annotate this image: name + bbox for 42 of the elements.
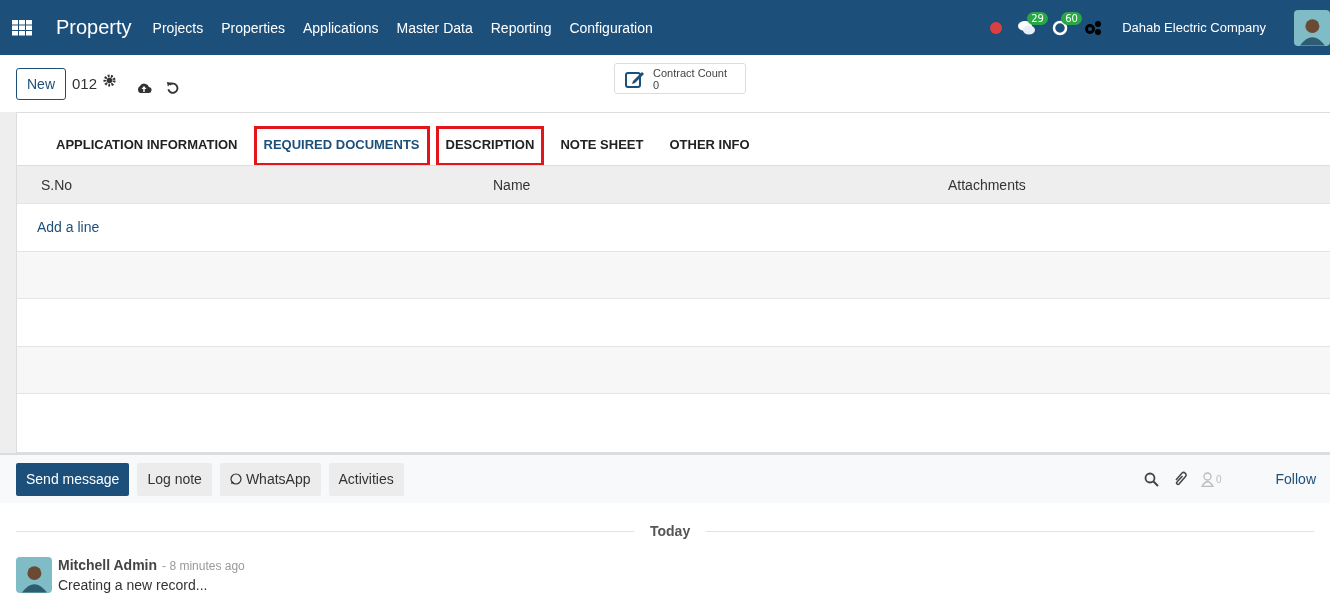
edit-icon [625,69,645,88]
menu-item[interactable]: Reporting [481,19,561,36]
whatsapp-icon [229,473,242,485]
message-body: Creating a new record... [58,577,209,593]
follow-link[interactable]: Follow [1275,471,1316,487]
gear-icon[interactable] [103,74,117,87]
chatter-button[interactable]: Activities [328,462,404,496]
tab[interactable]: REQUIRED DOCUMENTS [254,127,429,165]
column-header: Attachments [947,176,1027,193]
contract-count-button[interactable]: Contract Count 0 [614,63,746,94]
menu-item[interactable]: Projects [143,19,213,36]
chatter-button[interactable]: WhatsApp [219,462,321,496]
message-author: Mitchell Admin [58,557,158,573]
chatter-button[interactable]: Log note [137,462,212,496]
add-line-link[interactable]: Add a line [37,219,100,236]
column-header: S.No [40,176,74,193]
paperclip-icon[interactable] [1172,470,1187,488]
new-button[interactable]: New [16,67,66,100]
avatar-silhouette [16,557,52,593]
tab[interactable]: NOTE SHEET [551,127,653,165]
company-name[interactable]: Dahab Electric Company [1122,20,1266,35]
activity-count: 60 [1061,11,1082,25]
tab[interactable]: APPLICATION INFORMATION [47,127,247,165]
apps-grid-icon[interactable] [12,19,32,36]
message-count: 29 [1027,11,1048,25]
app-title: Property [56,16,132,39]
menu-item[interactable]: Properties [212,19,294,36]
cloud-upload-icon[interactable] [136,81,153,94]
status-dot-icon [990,21,1003,34]
menu-item[interactable]: Configuration [560,19,662,36]
undo-icon[interactable] [166,81,180,94]
menu-item[interactable]: Applications [294,19,388,36]
column-header: Name [492,176,532,193]
message-time: - 8 minutes ago [162,559,245,573]
tab[interactable]: OTHER INFO [660,127,759,165]
record-name: 012 [72,75,98,92]
menu-item[interactable]: Master Data [387,19,482,36]
avatar-silhouette [1294,9,1330,46]
chatter-button[interactable]: Send message [16,462,130,496]
tab[interactable]: DESCRIPTION [436,127,544,165]
date-separator: Today [650,523,691,539]
search-icon[interactable] [1143,471,1159,487]
